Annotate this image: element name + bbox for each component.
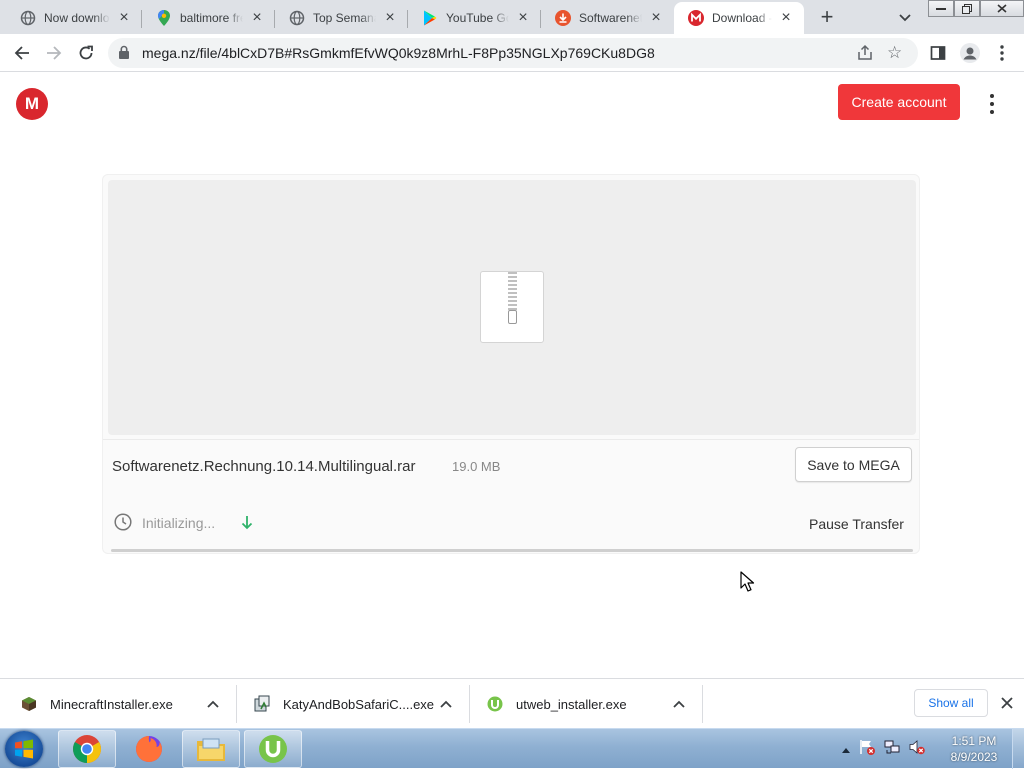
- address-bar[interactable]: mega.nz/file/4blCxD7B#RsGmkmfEfvWQ0k9z8M…: [108, 38, 918, 68]
- start-button[interactable]: [5, 731, 43, 767]
- tab-title: baltimore free: [180, 11, 243, 25]
- window-close-button[interactable]: [980, 0, 1024, 17]
- mega-logo[interactable]: M: [16, 88, 48, 120]
- mouse-cursor-icon: [740, 571, 755, 592]
- network-icon[interactable]: [884, 739, 900, 760]
- tray-expand-icon[interactable]: [842, 740, 850, 758]
- taskbar-explorer-icon[interactable]: [182, 730, 240, 768]
- tab-close-icon[interactable]: ×: [778, 10, 794, 26]
- play-store-icon: [422, 10, 438, 26]
- globe-icon: [289, 10, 305, 26]
- create-account-button[interactable]: Create account: [838, 84, 960, 120]
- url-text[interactable]: mega.nz/file/4blCxD7B#RsGmkmfEfvWQ0k9z8M…: [142, 45, 655, 61]
- reload-icon[interactable]: [74, 41, 98, 65]
- tab-title: Download - MEGA: [712, 11, 772, 25]
- close-shelf-icon[interactable]: [998, 694, 1016, 712]
- download-file-name: KatyAndBobSafariC....exe: [283, 696, 435, 712]
- chevron-up-icon[interactable]: [670, 695, 688, 713]
- page-menu-icon[interactable]: [986, 94, 998, 114]
- minecraft-icon: [20, 695, 38, 713]
- pause-transfer-button[interactable]: Pause Transfer: [809, 516, 904, 532]
- tab-close-icon[interactable]: ×: [648, 10, 664, 26]
- download-arrow-icon: [240, 515, 254, 531]
- share-icon[interactable]: [856, 44, 874, 67]
- new-tab-button[interactable]: +: [814, 5, 840, 31]
- installer-icon: [253, 695, 271, 713]
- download-file-name: MinecraftInstaller.exe: [50, 696, 173, 712]
- save-to-mega-button[interactable]: Save to MEGA: [795, 447, 912, 482]
- taskbar-chrome-icon[interactable]: [58, 730, 116, 768]
- tab-mega-download[interactable]: Download - MEGA ×: [674, 2, 804, 34]
- mega-page: M Create account Softwarenetz.Rechnung.1…: [0, 72, 1024, 678]
- transfer-status: Initializing...: [142, 515, 216, 531]
- action-center-flag-icon[interactable]: [859, 739, 875, 760]
- download-site-icon: [555, 10, 571, 26]
- tab-title: YouTube Go -: [446, 11, 509, 25]
- file-preview: [108, 180, 916, 435]
- download-file-name: utweb_installer.exe: [516, 696, 627, 712]
- taskbar-utorrent-icon[interactable]: [244, 730, 302, 768]
- divider: [103, 439, 919, 440]
- archive-file-icon: [480, 271, 544, 343]
- restore-button[interactable]: [954, 0, 980, 17]
- file-size: 19.0 MB: [452, 459, 501, 474]
- back-arrow-icon[interactable]: [10, 41, 34, 65]
- tab-search-chevron-icon[interactable]: [894, 7, 916, 29]
- chevron-up-icon[interactable]: [437, 695, 455, 713]
- chrome-menu-icon[interactable]: [990, 41, 1014, 65]
- tab-strip: Now downloading × baltimore free × Top S…: [0, 0, 1024, 34]
- tab-close-icon[interactable]: ×: [382, 10, 398, 26]
- tab-baltimore[interactable]: baltimore free ×: [142, 2, 275, 34]
- clock-time: 1:51 PM: [951, 734, 997, 748]
- mega-icon: [688, 10, 704, 26]
- tab-top-semanal[interactable]: Top Semanal ×: [275, 2, 408, 34]
- tab-title: Top Semanal: [313, 11, 376, 25]
- download-item-minecraft[interactable]: MinecraftInstaller.exe: [20, 686, 234, 722]
- clock-date: 8/9/2023: [950, 750, 998, 764]
- tab-close-icon[interactable]: ×: [249, 10, 265, 26]
- lock-icon[interactable]: [118, 45, 134, 61]
- tab-now-downloading[interactable]: Now downloading ×: [6, 2, 142, 34]
- show-all-downloads-button[interactable]: Show all: [914, 689, 988, 717]
- download-card: Softwarenetz.Rechnung.10.14.Multilingual…: [102, 174, 920, 554]
- progress-bar: [111, 549, 913, 552]
- tab-close-icon[interactable]: ×: [515, 10, 531, 26]
- tab-softwarenetz[interactable]: Softwarenetz ×: [541, 2, 674, 34]
- globe-icon: [20, 10, 36, 26]
- system-tray: [842, 737, 925, 761]
- taskbar-clock[interactable]: 1:51 PM 8/9/2023: [944, 733, 1004, 765]
- tab-youtube-go[interactable]: YouTube Go - ×: [408, 2, 541, 34]
- tab-title: Now downloading: [44, 11, 110, 25]
- file-name: Softwarenetz.Rechnung.10.14.Multilingual…: [112, 458, 416, 475]
- tab-title: Softwarenetz: [579, 11, 642, 25]
- download-item-utweb[interactable]: utweb_installer.exe: [486, 686, 700, 722]
- taskbar-firefox-icon[interactable]: [120, 730, 178, 768]
- browser-toolbar: mega.nz/file/4blCxD7B#RsGmkmfEfvWQ0k9z8M…: [0, 34, 1024, 72]
- show-desktop-button[interactable]: [1012, 729, 1024, 769]
- windows-taskbar: 1:51 PM 8/9/2023: [0, 728, 1024, 769]
- volume-muted-icon[interactable]: [909, 739, 925, 760]
- windows-logo-icon: [15, 739, 33, 759]
- clock-icon: [114, 513, 132, 531]
- profile-avatar-icon[interactable]: [958, 41, 982, 65]
- download-item-katyandbob[interactable]: KatyAndBobSafariC....exe: [253, 686, 467, 722]
- side-panel-icon[interactable]: [926, 41, 950, 65]
- forward-arrow-icon[interactable]: [42, 41, 66, 65]
- bookmark-star-icon[interactable]: ☆: [887, 43, 902, 63]
- tab-close-icon[interactable]: ×: [116, 10, 132, 26]
- download-shelf: MinecraftInstaller.exe KatyAndBobSafariC…: [0, 678, 1024, 728]
- maps-pin-icon: [156, 10, 172, 26]
- utorrent-icon: [486, 695, 504, 713]
- chevron-up-icon[interactable]: [204, 695, 222, 713]
- minimize-button[interactable]: [928, 0, 954, 17]
